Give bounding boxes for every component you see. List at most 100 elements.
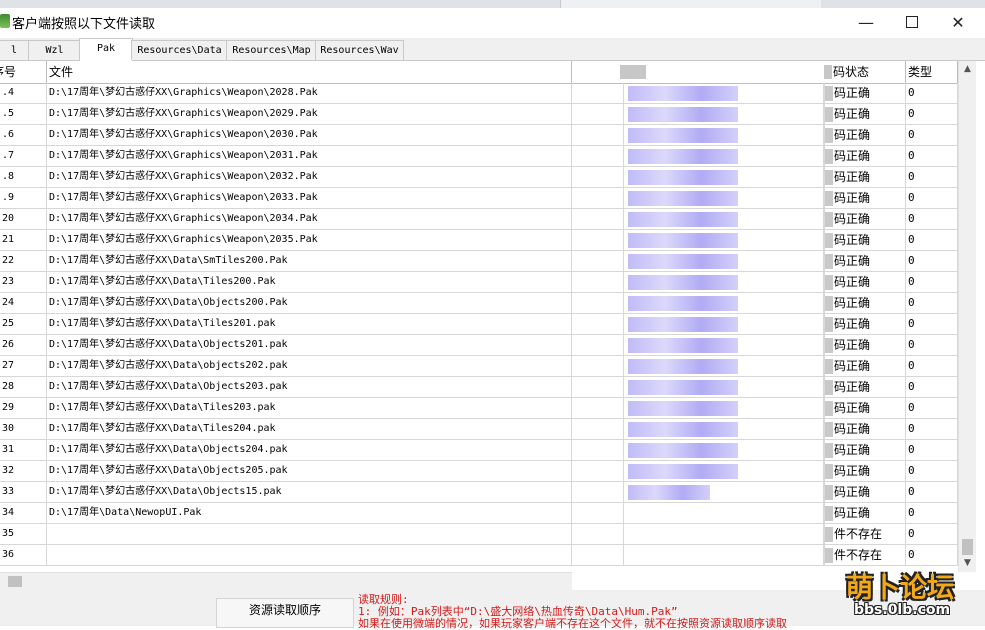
table-row[interactable]: 20 D:\17周年\梦幻古惑仔XX\Graphics\Weapon\2034.P… <box>0 209 958 230</box>
row-file-path: D:\17周年\梦幻古惑仔XX\Graphics\Weapon\2032.Pak <box>47 167 572 187</box>
row-file-path: D:\17周年\梦幻古惑仔XX\Data\Objects15.pak <box>47 482 572 502</box>
row-index: 28 <box>0 377 47 397</box>
row-type: 0 <box>906 293 958 313</box>
header-file[interactable]: 文件 <box>47 61 572 83</box>
table-row[interactable]: 24 D:\17周年\梦幻古惑仔XX\Data\Objects200.Pak 码正确… <box>0 293 958 314</box>
table-row[interactable]: .6 D:\17周年\梦幻古惑仔XX\Graphics\Weapon\2030.P… <box>0 125 958 146</box>
table-row[interactable]: 34 D:\17周年\Data\NewopUI.Pak 码正确 0 <box>0 503 958 524</box>
row-file-path: D:\17周年\梦幻古惑仔XX\Graphics\Weapon\2035.Pak <box>47 230 572 250</box>
row-type: 0 <box>906 251 958 271</box>
row-blurred-cell-2 <box>624 188 824 208</box>
row-index: 35 <box>0 524 47 544</box>
row-index: 36 <box>0 545 47 565</box>
tab-list[interactable]: l <box>0 40 30 60</box>
table-row[interactable]: .7 D:\17周年\梦幻古惑仔XX\Graphics\Weapon\2031.P… <box>0 146 958 167</box>
row-status-label: 码正确 <box>834 464 871 478</box>
redacted-prefix <box>825 317 833 332</box>
table-row[interactable]: 23 D:\17周年\梦幻古惑仔XX\Data\Tiles200.Pak 码正确 0 <box>0 272 958 293</box>
tab-wzl[interactable]: Wzl <box>28 40 81 60</box>
header-type[interactable]: 类型 <box>906 61 958 83</box>
row-index: 24 <box>0 293 47 313</box>
background-taskbar-strip <box>0 0 985 8</box>
row-status: 码正确 <box>824 188 906 208</box>
table-row[interactable]: 31 D:\17周年\梦幻古惑仔XX\Data\Objects204.pak 码正确… <box>0 440 958 461</box>
table-row[interactable]: 33 D:\17周年\梦幻古惑仔XX\Data\Objects15.pak 码正确 0 <box>0 482 958 503</box>
row-blurred-cell-1 <box>572 545 624 565</box>
table-row[interactable]: .5 D:\17周年\梦幻古惑仔XX\Graphics\Weapon\2029.P… <box>0 104 958 125</box>
row-status: 码正确 <box>824 461 906 481</box>
table-row[interactable]: 26 D:\17周年\梦幻古惑仔XX\Data\Objects201.pak 码正确… <box>0 335 958 356</box>
tab-resources-wav[interactable]: Resources\Wav <box>315 40 404 60</box>
redacted-block <box>628 485 710 500</box>
tab-resources-data[interactable]: Resources\Data <box>131 40 228 60</box>
table-row[interactable]: 25 D:\17周年\梦幻古惑仔XX\Data\Tiles201.pak 码正确 0 <box>0 314 958 335</box>
table-row[interactable]: 28 D:\17周年\梦幻古惑仔XX\Data\Objects203.pak 码正确… <box>0 377 958 398</box>
row-blurred-cell-2 <box>624 293 824 313</box>
row-type: 0 <box>906 146 958 166</box>
row-blurred-cell-2 <box>624 419 824 439</box>
row-status: 码正确 <box>824 230 906 250</box>
minimize-button[interactable]: — <box>843 8 889 36</box>
watermark-url: bbs.0lb.com <box>854 602 951 618</box>
row-type: 0 <box>906 209 958 229</box>
row-blurred-cell-1 <box>572 251 624 271</box>
table-row[interactable]: 29 D:\17周年\梦幻古惑仔XX\Data\Tiles203.pak 码正确 0 <box>0 398 958 419</box>
row-status: 件不存在 <box>824 524 906 544</box>
table-row[interactable]: 27 D:\17周年\梦幻古惑仔XX\Data\objects202.pak 码正确… <box>0 356 958 377</box>
header-index[interactable]: 序号 <box>0 61 47 83</box>
vertical-scrollbar[interactable]: ▲ ▼ <box>958 61 976 572</box>
table-row[interactable]: .9 D:\17周年\梦幻古惑仔XX\Graphics\Weapon\2033.P… <box>0 188 958 209</box>
row-status-label: 码正确 <box>834 128 871 142</box>
row-status: 码正确 <box>824 83 906 103</box>
table-row[interactable]: .4 D:\17周年\梦幻古惑仔XX\Graphics\Weapon\2028.P… <box>0 83 958 104</box>
row-status-label: 码正确 <box>834 275 871 289</box>
row-type: 0 <box>906 314 958 334</box>
watermark-title: 萌卜论坛 <box>846 573 954 604</box>
row-type: 0 <box>906 230 958 250</box>
row-index: .8 <box>0 167 47 187</box>
table-row[interactable]: 22 D:\17周年\梦幻古惑仔XX\Data\SmTiles200.Pak 码正确… <box>0 251 958 272</box>
header-status-label: 码状态 <box>833 65 870 79</box>
row-status-label: 码正确 <box>834 506 871 520</box>
horizontal-scrollbar[interactable] <box>0 572 572 590</box>
redacted-block <box>628 464 738 479</box>
row-status: 码正确 <box>824 356 906 376</box>
row-blurred-cell-1 <box>572 209 624 229</box>
row-file-path: D:\17周年\梦幻古惑仔XX\Data\Tiles204.pak <box>47 419 572 439</box>
table-row[interactable]: .8 D:\17周年\梦幻古惑仔XX\Graphics\Weapon\2032.P… <box>0 167 958 188</box>
row-type: 0 <box>906 83 958 103</box>
maximize-button[interactable] <box>889 8 935 36</box>
table-row[interactable]: 36 件不存在 0 <box>0 545 958 566</box>
row-blurred-cell-1 <box>572 230 624 250</box>
resource-order-button[interactable]: 资源读取顺序 <box>216 598 354 628</box>
row-status-label: 码正确 <box>834 191 871 205</box>
row-blurred-cell-2 <box>624 545 824 565</box>
row-index: .6 <box>0 125 47 145</box>
file-list-grid: 序号 文件 码状态 类型 .4D:\17周年\梦幻古惑仔XX\Graphics\… <box>0 61 958 572</box>
row-blurred-cell-2 <box>624 356 824 376</box>
header-status[interactable]: 码状态 <box>824 61 906 83</box>
row-status-label: 码正确 <box>834 443 871 457</box>
row-status-label: 码正确 <box>834 338 871 352</box>
hscroll-thumb[interactable] <box>8 576 22 587</box>
close-button[interactable]: ✕ <box>935 8 981 36</box>
tab-pak[interactable]: Pak <box>79 38 133 61</box>
grid-header: 序号 文件 码状态 类型 <box>0 61 958 84</box>
row-status: 码正确 <box>824 209 906 229</box>
row-type: 0 <box>906 104 958 124</box>
row-index: 26 <box>0 335 47 355</box>
rules-text: 读取规则: 1: 例如：Pak列表中“D:\盛大网络\热血传奇\Data\Hum… <box>358 594 787 630</box>
table-row[interactable]: 32 D:\17周年\梦幻古惑仔XX\Data\Objects205.pak 码正确… <box>0 461 958 482</box>
redacted-block <box>628 296 738 311</box>
scroll-thumb[interactable] <box>962 539 973 555</box>
table-row[interactable]: 21 D:\17周年\梦幻古惑仔XX\Graphics\Weapon\2035.P… <box>0 230 958 251</box>
tab-resources-map[interactable]: Resources\Map <box>226 40 317 60</box>
redacted-prefix <box>825 548 833 563</box>
row-index: 27 <box>0 356 47 376</box>
row-type: 0 <box>906 377 958 397</box>
scroll-up-icon[interactable]: ▲ <box>959 61 976 78</box>
row-status-label: 码正确 <box>834 317 871 331</box>
redacted-block <box>628 338 738 353</box>
table-row[interactable]: 35 件不存在 0 <box>0 524 958 545</box>
table-row[interactable]: 30 D:\17周年\梦幻古惑仔XX\Data\Tiles204.pak 码正确 0 <box>0 419 958 440</box>
